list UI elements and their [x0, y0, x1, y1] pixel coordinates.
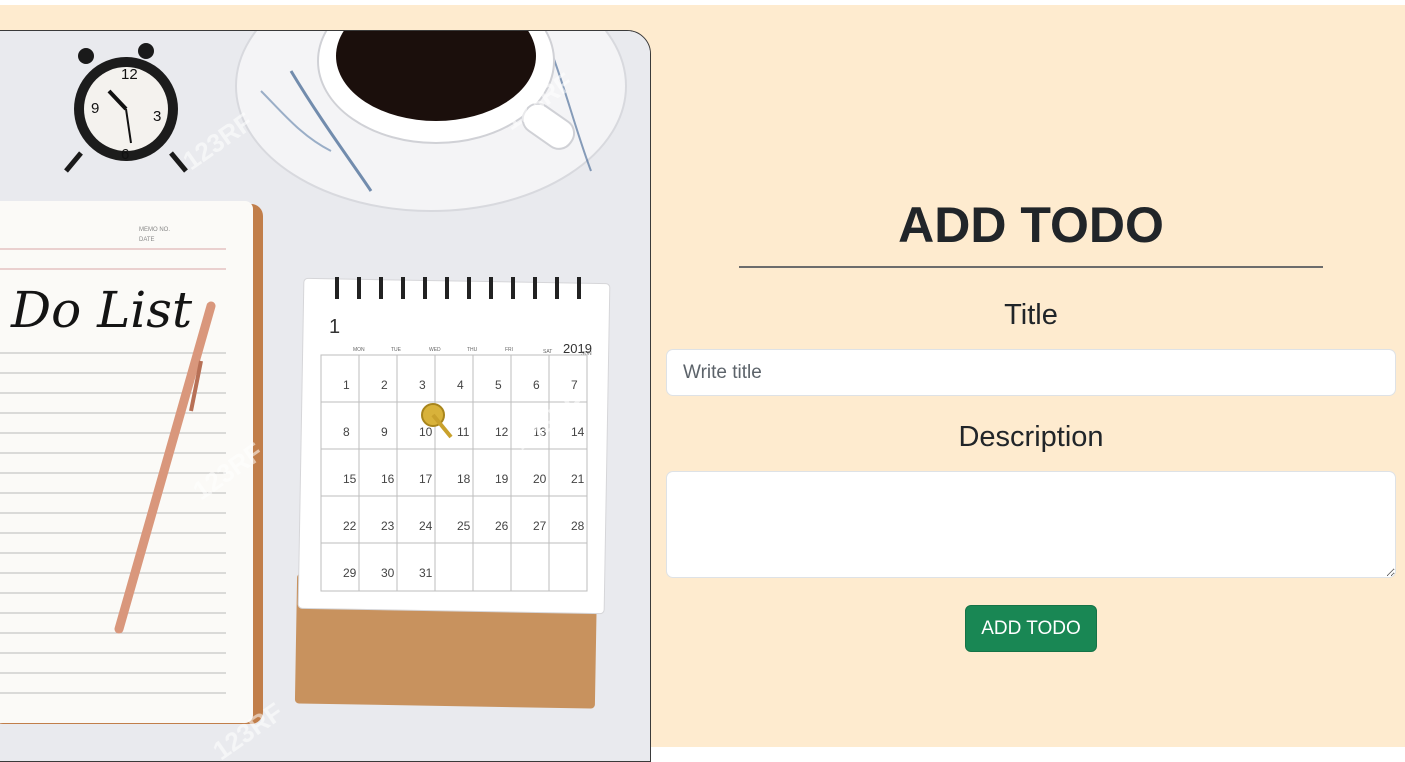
calendar-day: 22: [343, 519, 357, 533]
memo-label: MEMO NO.: [139, 227, 170, 233]
calendar-day: 4: [457, 378, 464, 392]
weekday-label: SUN: [581, 351, 592, 357]
title-input[interactable]: [666, 349, 1396, 396]
clock-number-6: 6: [121, 146, 129, 163]
date-label: DATE: [139, 237, 155, 243]
calendar-day: 2: [381, 378, 388, 392]
description-label: Description: [958, 421, 1104, 453]
description-textarea[interactable]: [666, 471, 1396, 578]
clock-number-9: 9: [91, 100, 99, 117]
calendar-day: 5: [495, 378, 502, 392]
calendar-day: 18: [457, 472, 471, 486]
calendar-day: 25: [457, 519, 471, 533]
desk-calendar-illustration: 1 2019 MON TUE WED THU FRI SAT SUN 12345…: [294, 277, 611, 709]
calendar-day: 17: [419, 472, 433, 486]
calendar-day: 29: [343, 566, 357, 580]
calendar-day: 28: [571, 519, 585, 533]
calendar-day: 9: [381, 425, 388, 439]
weekday-label: WED: [429, 347, 441, 353]
calendar-day: 20: [533, 472, 547, 486]
notebook-heading: Do List: [10, 281, 193, 339]
calendar-day: 16: [381, 472, 395, 486]
add-todo-form: ADD TODO Title Description ADD TODO: [666, 0, 1396, 747]
weekday-label: TUE: [391, 347, 402, 353]
weekday-label: MON: [353, 347, 365, 353]
calendar-day: 15: [343, 472, 357, 486]
clock-number-3: 3: [153, 108, 161, 125]
heading-divider: [739, 266, 1323, 268]
calendar-day: 31: [419, 566, 433, 580]
weekday-label: SAT: [543, 349, 552, 355]
weekday-label: FRI: [505, 347, 513, 353]
form-heading: ADD TODO: [898, 197, 1164, 253]
calendar-day: 26: [495, 519, 509, 533]
calendar-day: 19: [495, 472, 509, 486]
add-todo-button[interactable]: ADD TODO: [965, 605, 1097, 652]
clock-number-12: 12: [121, 66, 138, 83]
calendar-day: 10: [419, 425, 433, 439]
title-label: Title: [1004, 299, 1058, 331]
calendar-day: 21: [571, 472, 585, 486]
calendar-day: 14: [571, 425, 585, 439]
calendar-month: 1: [329, 316, 340, 338]
todo-hero-image: 12 3 6 9 MEMO NO. DATE Do List 1 2019 MO…: [0, 30, 651, 762]
calendar-day: 8: [343, 425, 350, 439]
calendar-day: 27: [533, 519, 547, 533]
calendar-day: 6: [533, 378, 540, 392]
calendar-day: 11: [457, 425, 470, 439]
calendar-day: 24: [419, 519, 433, 533]
weekday-label: THU: [467, 347, 478, 353]
calendar-day: 23: [381, 519, 395, 533]
calendar-day: 1: [343, 378, 350, 392]
calendar-day: 30: [381, 566, 395, 580]
calendar-day: 3: [419, 378, 426, 392]
